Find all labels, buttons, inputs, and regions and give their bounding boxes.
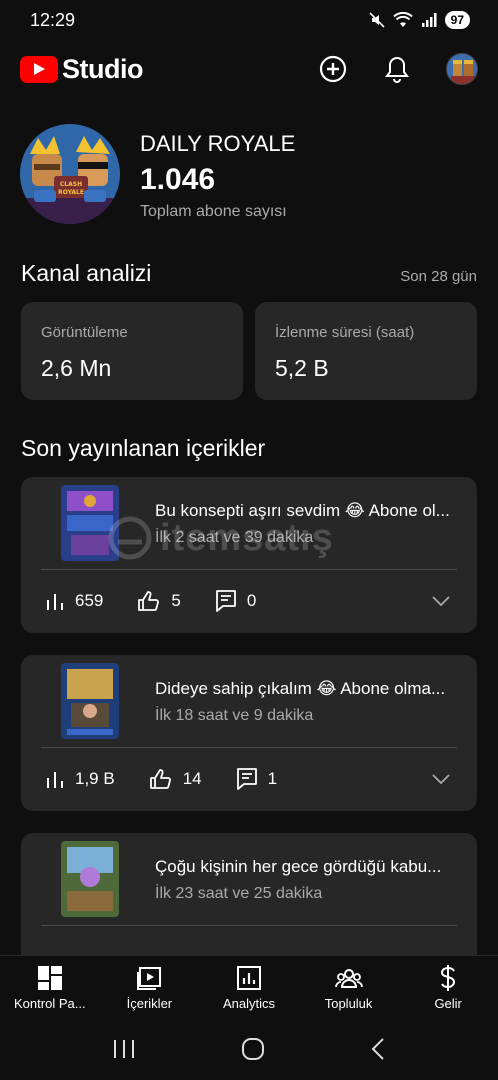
community-icon xyxy=(334,969,363,988)
bar-chart-icon xyxy=(47,772,63,788)
views-card[interactable]: Görüntüleme 2,6 Mn xyxy=(21,302,243,400)
nav-earn[interactable]: Gelir xyxy=(398,956,498,1018)
nav-community[interactable]: Topluluk xyxy=(299,956,399,1018)
logo-text: Studio xyxy=(62,53,143,84)
chevron-down-icon[interactable] xyxy=(431,591,451,611)
bell-icon xyxy=(385,56,409,83)
card-divider xyxy=(41,925,457,926)
views-count: 659 xyxy=(75,591,104,610)
nav-analytics[interactable]: Analytics xyxy=(199,956,299,1018)
nav-label: Kontrol Pa... xyxy=(14,996,86,1011)
nav-content[interactable]: İçerikler xyxy=(100,956,200,1018)
earn-icon xyxy=(441,965,456,991)
analytics-icon xyxy=(236,966,261,990)
add-circle-icon xyxy=(319,55,347,83)
dashboard-icon xyxy=(37,966,62,990)
mute-icon xyxy=(369,12,385,28)
system-nav-bar xyxy=(0,1018,498,1080)
comments-count: 1 xyxy=(267,769,278,788)
create-button[interactable] xyxy=(318,54,348,84)
chevron-down-icon[interactable] xyxy=(431,769,451,789)
nav-label: Analytics xyxy=(222,996,275,1011)
thumbs-up-icon xyxy=(138,591,160,611)
content-card[interactable]: Çoğu kişinin her gece gördüğü kabu... İl… xyxy=(21,833,477,973)
views-stat: 659 xyxy=(45,591,103,611)
nav-label: İçerikler xyxy=(126,996,173,1011)
status-icons: 97 xyxy=(369,11,470,29)
likes-count: 14 xyxy=(182,769,202,788)
content-card[interactable]: Dideye sahip çıkalım 😂 Abone olma... İlk… xyxy=(21,655,477,811)
comments-stat: 1 xyxy=(236,767,277,791)
video-title: Çoğu kişinin her gece gördüğü kabu... xyxy=(155,857,442,876)
bottom-nav: Kontrol Pa... İçerikler Analytics Toplul… xyxy=(0,955,498,1018)
channel-name: DAILY ROYALE xyxy=(140,131,296,156)
watch-time-card[interactable]: İzlenme süresi (saat) 5,2 B xyxy=(255,302,477,400)
account-avatar[interactable] xyxy=(446,53,478,85)
comment-icon xyxy=(236,768,257,790)
video-time: İlk 18 saat ve 9 dakika xyxy=(155,707,314,724)
analytics-period[interactable]: Son 28 gün xyxy=(400,268,477,285)
comment-icon xyxy=(215,590,236,612)
likes-stat: 14 xyxy=(149,768,202,790)
views-value: 2,6 Mn xyxy=(41,355,112,381)
nav-dashboard[interactable]: Kontrol Pa... xyxy=(0,956,100,1018)
signal-icon xyxy=(421,13,437,27)
likes-count: 5 xyxy=(171,591,181,610)
views-label: Görüntüleme xyxy=(41,324,128,341)
back-icon[interactable] xyxy=(370,1037,386,1061)
battery-indicator: 97 xyxy=(444,11,470,29)
wifi-icon xyxy=(392,12,413,27)
recent-apps-icon[interactable] xyxy=(112,1038,136,1060)
video-thumbnail[interactable] xyxy=(61,485,119,561)
youtube-play-icon xyxy=(20,55,58,83)
nav-label: Topluluk xyxy=(324,996,373,1011)
bar-chart-icon xyxy=(47,594,63,610)
subscriber-count: 1.046 xyxy=(140,163,216,196)
recent-title: Son yayınlanan içerikler xyxy=(21,435,266,461)
video-time: İlk 23 saat ve 25 dakika xyxy=(155,885,323,902)
views-count: 1,9 B xyxy=(75,769,115,788)
comments-count: 0 xyxy=(246,591,257,610)
analytics-title: Kanal analizi xyxy=(21,260,152,286)
comments-stat: 0 xyxy=(215,589,256,613)
content-icon xyxy=(137,967,162,990)
video-thumbnail[interactable] xyxy=(61,663,119,739)
watch-time-label: İzlenme süresi (saat) xyxy=(275,324,415,341)
content-card[interactable]: Bu konsepti aşırı sevdim 😂 Abone ol... İ… xyxy=(21,477,477,633)
video-title: Bu konsepti aşırı sevdim 😂 Abone ol... xyxy=(155,501,450,520)
status-bar: 12:29 97 xyxy=(0,0,498,40)
thumbs-up-icon xyxy=(149,769,171,789)
video-thumbnail[interactable] xyxy=(61,841,119,917)
analytics-header: Kanal analizi Son 28 gün xyxy=(21,260,477,287)
home-icon[interactable] xyxy=(241,1037,265,1061)
subscriber-label: Toplam abone sayısı xyxy=(140,203,287,220)
channel-avatar[interactable]: CLASH ROYALE xyxy=(20,124,120,224)
recent-header: Son yayınlanan içerikler xyxy=(21,435,477,462)
likes-stat: 5 xyxy=(137,590,181,612)
status-time: 12:29 xyxy=(30,9,76,30)
channel-header: CLASH ROYALE DAILY ROYALE 1.046 Toplam a… xyxy=(20,124,480,224)
studio-logo[interactable]: Studio xyxy=(20,54,143,85)
nav-label: Gelir xyxy=(434,996,462,1011)
video-title: Dideye sahip çıkalım 😂 Abone olma... xyxy=(155,679,446,698)
svg-text:CLASH: CLASH xyxy=(60,181,82,188)
views-stat: 1,9 B xyxy=(45,769,115,789)
video-time: İlk 2 saat ve 39 dakika xyxy=(155,529,314,546)
svg-text:ROYALE: ROYALE xyxy=(58,189,84,196)
app-bar: Studio xyxy=(0,48,498,90)
watch-time-value: 5,2 B xyxy=(275,355,329,381)
notifications-button[interactable] xyxy=(382,54,412,84)
